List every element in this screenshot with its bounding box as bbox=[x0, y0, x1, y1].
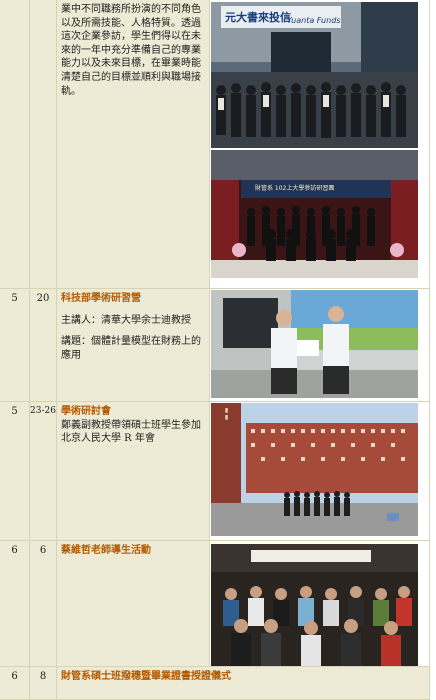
seminar-photo bbox=[211, 290, 418, 398]
conference-photo: ▮▮ bbox=[211, 403, 418, 536]
stage-banner: 財管系 102上大學參訪研習團 bbox=[255, 185, 335, 192]
event-title: 科技部學術研習營 bbox=[61, 293, 141, 304]
day-value: 6 bbox=[39, 545, 47, 556]
group-photo-building: 元大書來投信 Yuanta Funds bbox=[211, 2, 418, 148]
month-cell: 5 bbox=[0, 402, 30, 541]
month-cell: 6 bbox=[0, 667, 30, 700]
building-sign-chinese: 元大書來投信 bbox=[225, 11, 291, 24]
event-title: 蔡維哲老師導生活動 bbox=[61, 545, 151, 556]
day-cell: 8 bbox=[30, 667, 57, 700]
day-cell: 23-26 bbox=[30, 402, 57, 541]
event-description: 鄭義副教授帶領碩士班學生參加北京人民大學 R 年會 bbox=[61, 419, 201, 445]
month-value: 6 bbox=[11, 671, 18, 682]
description-cell: 業中不同職務所扮演的不同角色以及所需技能、人格特質。透過這次企業參訪，學生們得以… bbox=[57, 0, 210, 289]
day-cell: 20 bbox=[30, 289, 57, 402]
day-cell bbox=[30, 0, 57, 289]
month-value: 5 bbox=[11, 293, 18, 304]
event-title: 財管系碩士班撥穗暨畢業證書授證儀式 bbox=[61, 671, 231, 682]
event-title: 學術研討會 bbox=[61, 406, 111, 417]
day-cell: 6 bbox=[30, 541, 57, 667]
mentor-group-photo bbox=[211, 544, 418, 666]
activity-table: 業中不同職務所扮演的不同角色以及所需技能、人格特質。透過這次企業參訪，學生們得以… bbox=[0, 0, 430, 700]
speaker-text: 主講人：清華大學余士迪教授 bbox=[61, 314, 191, 326]
document-page: 業中不同職務所扮演的不同角色以及所需技能、人格特質。透過這次企業參訪，學生們得以… bbox=[0, 0, 436, 700]
day-value: 23-26 bbox=[30, 406, 56, 416]
day-value: 8 bbox=[39, 671, 47, 682]
day-value: 20 bbox=[36, 293, 50, 304]
month-cell: 6 bbox=[0, 541, 30, 667]
description-cell: 蔡維哲老師導生活動 bbox=[57, 541, 210, 667]
building-sign: ▮▮ bbox=[223, 407, 230, 421]
group-photo-stage: 財管系 102上大學參訪研習團 bbox=[211, 150, 418, 278]
month-value: 5 bbox=[11, 406, 18, 417]
month-cell: 5 bbox=[0, 289, 30, 402]
description-cell: 財管系碩士班撥穗暨畢業證書授證儀式 bbox=[57, 667, 430, 700]
description-cell: 學術研討會 鄭義副教授帶領碩士班學生參加北京人民大學 R 年會 bbox=[57, 402, 210, 541]
topic-text: 講題：個體計量模型在財務上的應用 bbox=[61, 336, 201, 361]
description-cell: 科技部學術研習營 主講人：清華大學余士迪教授 講題：個體計量模型在財務上的應用 bbox=[57, 289, 210, 402]
description-text: 業中不同職務所扮演的不同角色以及所需技能、人格特質。透過這次企業參訪，學生們得以… bbox=[61, 4, 201, 97]
month-value: 6 bbox=[11, 545, 18, 556]
month-cell bbox=[0, 0, 30, 289]
building-sign-english: Yuanta Funds bbox=[287, 16, 341, 25]
